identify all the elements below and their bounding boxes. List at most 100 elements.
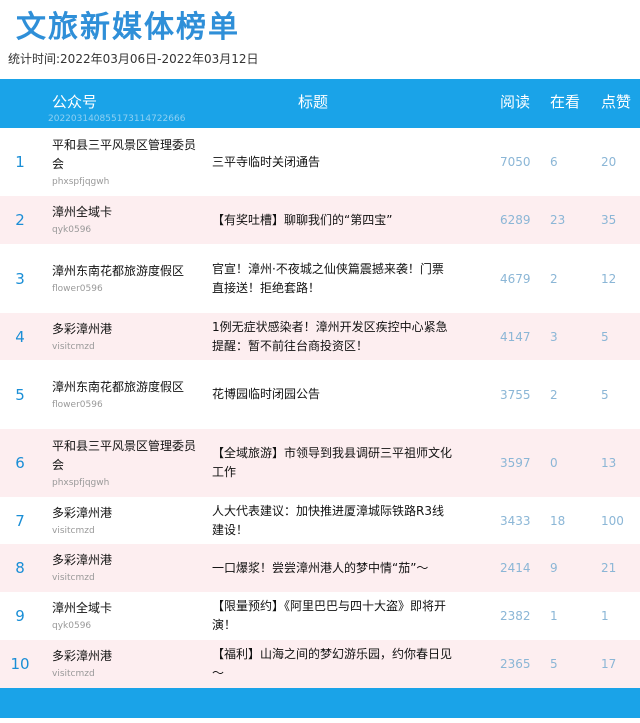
watch-count: 2 xyxy=(550,271,558,286)
account-name: 漳州东南花都旅游度假区 xyxy=(52,379,185,394)
account-id: qyk0596 xyxy=(52,621,92,631)
article-title[interactable]: 官宣！漳州·不夜城之仙侠篇震撼来袭！门票直接送！拒绝套路！ xyxy=(212,244,452,313)
like-count: 12 xyxy=(601,271,617,286)
like-count: 5 xyxy=(601,329,609,344)
account-name: 多彩漳州港 xyxy=(52,321,113,336)
account-cell: 多彩漳州港 visitcmzd xyxy=(52,640,202,688)
ranking-table: 公众号 20220314085517311472​2666 标题 阅读 在看 点… xyxy=(0,79,640,718)
table-row: 3 漳州东南花都旅游度假区 flower0596 官宣！漳州·不夜城之仙侠篇震撼来袭！… xyxy=(0,244,640,313)
account-name: 多彩漳州港 xyxy=(52,553,113,567)
table-row: 2 漳州全域卡 qyk0596 【有奖吐槽】聊聊我们的“第四宝” 6289 23 35 xyxy=(0,196,640,244)
account-name: 平和县三平风景区管理委员会 xyxy=(52,137,197,171)
read-count: 7050 xyxy=(500,155,531,169)
account-name: 漳州东南花都旅游度假区 xyxy=(52,263,185,278)
like-count: 21 xyxy=(601,561,617,575)
account-cell: 多彩漳州港 visitcmzd xyxy=(52,544,202,592)
rank-number: 5 xyxy=(15,385,25,404)
header-read: 阅读 xyxy=(500,93,531,111)
read-count: 6289 xyxy=(500,213,531,227)
stats-period: 统计时间:2022年03月06日-2022年03月12日 xyxy=(8,52,259,66)
table-row: 9 漳州全域卡 qyk0596 【限量预约】《阿里巴巴与四十大盗》即将开演！ 2382 1… xyxy=(0,592,640,640)
watch-count: 6 xyxy=(550,155,558,169)
table-row: 5 漳州东南花都旅游度假区 flower0596 花博园临时闭园公告 3755 2 5 xyxy=(0,360,640,429)
like-count: 35 xyxy=(601,213,617,227)
watch-count: 23 xyxy=(550,213,566,227)
account-id: flower0596 xyxy=(52,283,103,294)
watch-count: 5 xyxy=(550,657,558,671)
account-id: qyk0596 xyxy=(52,225,92,235)
account-name: 多彩漳州港 xyxy=(52,649,113,663)
table-row: 7 多彩漳州港 visitcmzd 人大代表建议：加快推进厦漳城际铁路R3线建设！ 34… xyxy=(0,497,640,544)
rank-number: 9 xyxy=(15,607,25,625)
table-row: 6 平和县三平风景区管理委员会 phxspfjqgwh 【全域旅游】市领导到我县调研三… xyxy=(0,429,640,497)
table-row: 10 多彩漳州港 visitcmzd 【福利】山海之间的梦幻游乐园，约你春日见～ 236… xyxy=(0,640,640,688)
account-cell: 多彩漳州港 visitcmzd xyxy=(52,313,202,360)
read-count: 2382 xyxy=(500,609,531,623)
account-name: 多彩漳州港 xyxy=(52,505,113,520)
read-count: 4679 xyxy=(500,271,531,286)
account-cell: 平和县三平风景区管理委员会 phxspfjqgwh xyxy=(52,429,202,497)
account-cell: 漳州全域卡 qyk0596 xyxy=(52,592,202,640)
article-title[interactable]: 一口爆浆！尝尝漳州港人的梦中情“茄”～ xyxy=(212,544,452,592)
account-name: 漳州全域卡 xyxy=(52,205,113,219)
read-count: 2414 xyxy=(500,561,531,575)
account-id: visitcmzd xyxy=(52,573,95,583)
account-name: 漳州全域卡 xyxy=(52,601,113,615)
like-count: 5 xyxy=(601,387,609,402)
account-id: phxspfjqgwh xyxy=(52,176,110,187)
account-id: visitcmzd xyxy=(52,525,95,536)
article-title[interactable]: 花博园临时闭园公告 xyxy=(212,360,452,429)
rank-number: 4 xyxy=(15,327,25,346)
like-count: 17 xyxy=(601,657,617,671)
header-account: 公众号 xyxy=(52,93,98,111)
article-title[interactable]: 【全域旅游】市领导到我县调研三平祖师文化工作 xyxy=(212,429,452,497)
watch-count: 3 xyxy=(550,329,558,344)
like-count: 100 xyxy=(601,513,624,528)
table-row: 4 多彩漳州港 visitcmzd 1例无症状感染者！漳州开发区疾控中心紧急提醒：暂不… xyxy=(0,313,640,360)
rank-number: 7 xyxy=(15,511,25,530)
header-watch: 在看 xyxy=(550,93,581,111)
article-title[interactable]: 【福利】山海之间的梦幻游乐园，约你春日见～ xyxy=(212,640,452,688)
account-id: phxspfjqgwh xyxy=(52,477,110,488)
rank-number: 1 xyxy=(15,153,25,171)
like-count: 1 xyxy=(601,609,609,623)
read-count: 2365 xyxy=(500,657,531,671)
page-title: 文旅新媒体榜单 xyxy=(16,10,240,45)
rank-number: 10 xyxy=(10,655,30,673)
table-body: 1 平和县三平风景区管理委员会 phxspfjqgwh 三平寺临时关闭通告 7050 6 2… xyxy=(0,128,640,688)
account-cell: 多彩漳州港 visitcmzd xyxy=(52,497,202,544)
read-count: 4147 xyxy=(500,329,531,344)
watch-count: 9 xyxy=(550,561,558,575)
article-title[interactable]: 三平寺临时关闭通告 xyxy=(212,128,452,196)
read-count: 3433 xyxy=(500,513,531,528)
table-footer xyxy=(0,688,640,718)
account-cell: 平和县三平风景区管理委员会 phxspfjqgwh xyxy=(52,128,202,196)
table-row: 1 平和县三平风景区管理委员会 phxspfjqgwh 三平寺临时关闭通告 7050 6 2… xyxy=(0,128,640,196)
account-cell: 漳州东南花都旅游度假区 flower0596 xyxy=(52,360,202,429)
like-count: 20 xyxy=(601,155,617,169)
article-title[interactable]: 【限量预约】《阿里巴巴与四十大盗》即将开演！ xyxy=(212,592,452,640)
rank-number: 8 xyxy=(15,559,25,577)
account-cell: 漳州东南花都旅游度假区 flower0596 xyxy=(52,244,202,313)
account-id: flower0596 xyxy=(52,399,103,410)
table-header: 公众号 20220314085517311472​2666 标题 阅读 在看 点… xyxy=(0,79,640,128)
article-title[interactable]: 1例无症状感染者！漳州开发区疾控中心紧急提醒：暂不前往台商投资区！ xyxy=(212,313,452,360)
rank-number: 2 xyxy=(15,211,25,229)
rank-number: 6 xyxy=(15,454,25,472)
header-title: 标题 xyxy=(298,93,329,111)
header-update-code: 20220314085517311472​2666 xyxy=(48,114,186,124)
account-name: 平和县三平风景区管理委员会 xyxy=(52,438,197,472)
read-count: 3755 xyxy=(500,387,531,402)
account-cell: 漳州全域卡 qyk0596 xyxy=(52,196,202,244)
header-like: 点赞 xyxy=(601,93,632,111)
watch-count: 1 xyxy=(550,609,558,623)
read-count: 3597 xyxy=(500,456,531,470)
article-title[interactable]: 人大代表建议：加快推进厦漳城际铁路R3线建设！ xyxy=(212,497,452,544)
like-count: 13 xyxy=(601,456,617,470)
article-title[interactable]: 【有奖吐槽】聊聊我们的“第四宝” xyxy=(212,196,452,244)
watch-count: 2 xyxy=(550,387,558,402)
table-row: 8 多彩漳州港 visitcmzd 一口爆浆！尝尝漳州港人的梦中情“茄”～ 2414 9 2… xyxy=(0,544,640,592)
watch-count: 18 xyxy=(550,513,566,528)
account-id: visitcmzd xyxy=(52,669,95,679)
watch-count: 0 xyxy=(550,456,558,470)
